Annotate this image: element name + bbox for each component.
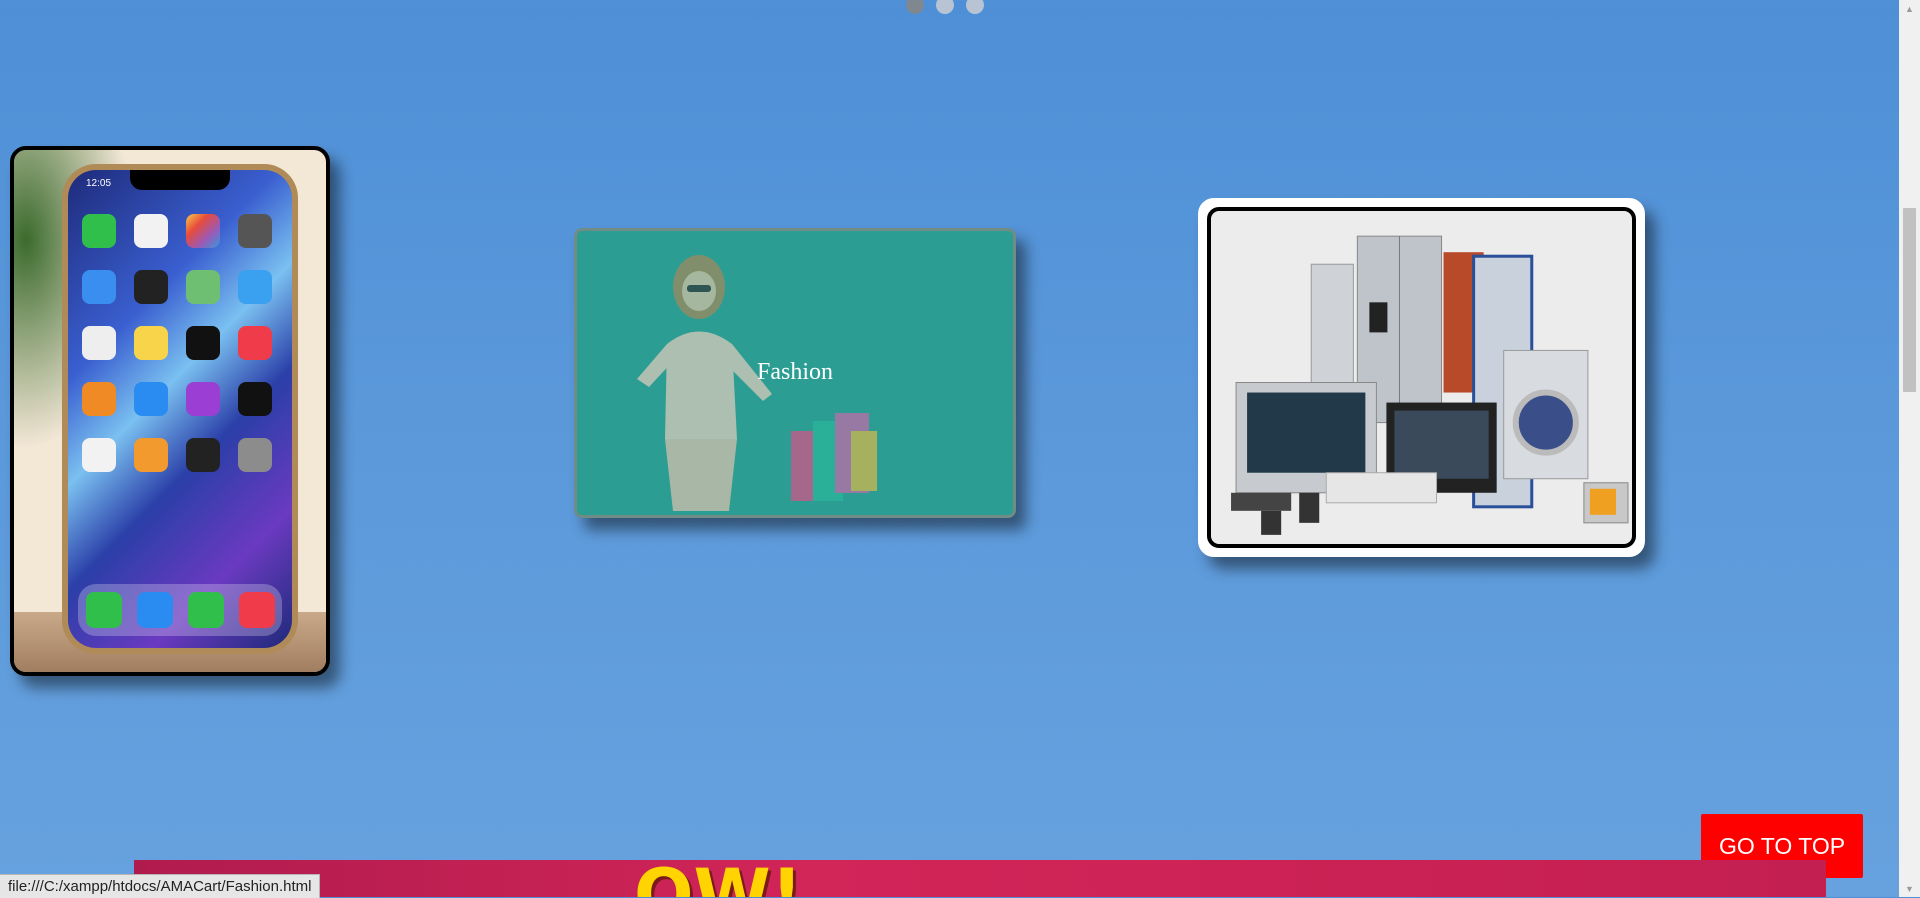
smartphone-image: 12:05 (62, 164, 298, 654)
banner-headline: OW! (634, 860, 803, 897)
app-dock (78, 584, 282, 636)
carousel-dot-2[interactable] (936, 0, 954, 14)
home-appliances-image (1231, 235, 1629, 535)
category-card-fashion[interactable]: Fashion (574, 228, 1016, 518)
promo-banner[interactable]: OW! (134, 860, 1826, 897)
page-scrollbar[interactable]: ▲ ▼ (1899, 0, 1920, 897)
scroll-down-arrow-icon[interactable]: ▼ (1899, 880, 1920, 897)
scroll-thumb[interactable] (1903, 208, 1916, 392)
app-grid (82, 214, 278, 472)
phone-clock: 12:05 (86, 178, 112, 189)
category-card-electronics[interactable] (1198, 198, 1645, 557)
carousel-dot-1[interactable] (906, 0, 924, 14)
carousel-dot-3[interactable] (966, 0, 984, 14)
fashion-caption: Fashion (756, 359, 833, 385)
category-card-mobiles[interactable]: 12:05 (10, 146, 330, 676)
scroll-up-arrow-icon[interactable]: ▲ (1899, 0, 1920, 17)
carousel-indicators (906, 0, 984, 14)
link-status-url: file:///C:/xampp/htdocs/AMACart/Fashion.… (0, 874, 321, 898)
